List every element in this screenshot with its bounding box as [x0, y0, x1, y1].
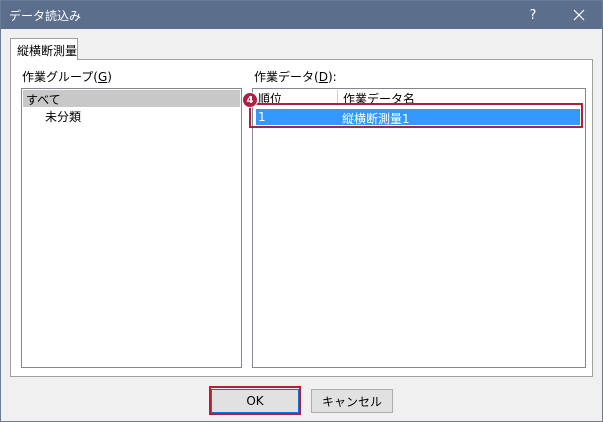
close-button[interactable] — [556, 1, 602, 29]
column-header-order[interactable]: 順位 — [254, 90, 338, 106]
table-row[interactable]: 1 縦横断測量1 — [256, 109, 580, 126]
data-list-label: 作業データ(D): — [254, 70, 337, 84]
data-listbox[interactable]: 順位 作業データ名 1 縦横断測量1 — [252, 88, 586, 368]
row-name-cell: 縦横断測量1 — [342, 112, 410, 126]
group-item-unclassified[interactable]: 未分類 — [42, 107, 192, 124]
tab-survey[interactable]: 縦横断測量 — [10, 38, 78, 60]
ok-button[interactable]: OK — [211, 389, 299, 413]
title-bar: データ読込み ? — [1, 1, 602, 29]
help-button[interactable]: ? — [510, 1, 556, 29]
group-listbox[interactable]: すべて 未分類 — [21, 88, 242, 368]
cancel-button[interactable]: キャンセル — [311, 389, 393, 413]
window-title: データ読込み — [9, 9, 82, 23]
row-order-cell: 1 — [258, 110, 266, 124]
group-list-label: 作業グループ(G) — [22, 70, 112, 84]
group-item-all[interactable]: すべて — [23, 90, 240, 107]
column-header-name[interactable]: 作業データ名 — [339, 90, 559, 106]
step-badge: 4 — [242, 92, 258, 108]
close-icon — [573, 9, 585, 21]
